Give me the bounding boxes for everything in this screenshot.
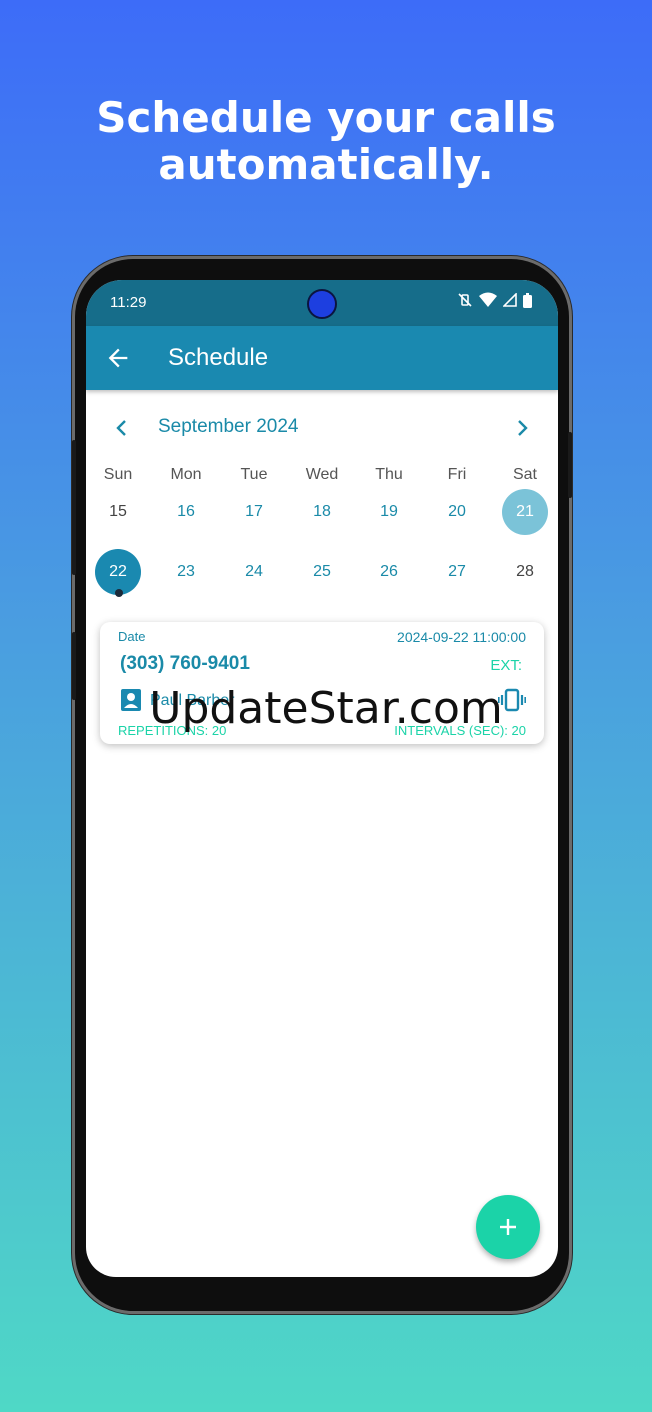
weekday-label: Sat — [512, 466, 537, 483]
watermark-text: UpdateStar.com — [149, 683, 503, 734]
phone-number: (303) 760-9401 — [120, 653, 250, 674]
app-title: Schedule — [168, 344, 269, 371]
month-header: September 2024 — [86, 414, 558, 442]
weekday-label: Wed — [305, 466, 339, 483]
promo-headline-line2: automatically. — [158, 140, 494, 189]
next-month-icon[interactable] — [510, 416, 534, 440]
weekday-label: Tue — [240, 466, 268, 483]
weekday-label: Thu — [375, 466, 403, 483]
battery-icon — [523, 292, 532, 308]
month-label: September 2024 — [158, 416, 299, 437]
signal-icon — [503, 293, 517, 307]
calendar-day[interactable]: 17 — [231, 489, 277, 535]
calendar-day[interactable]: 28 — [502, 549, 548, 595]
calendar-day[interactable]: 25 — [299, 549, 345, 595]
calendar-day[interactable]: 26 — [366, 549, 412, 595]
status-icons — [457, 292, 532, 308]
calendar-day[interactable]: 27 — [434, 549, 480, 595]
calendar-day[interactable]: 15 — [95, 489, 141, 535]
weekday-label: Sun — [103, 466, 133, 483]
phone-side-button — [568, 432, 572, 498]
phone-screen: 11:29 Schedule September 2024 Sun Mon Tu… — [86, 280, 558, 1277]
ext-label: EXT: — [490, 657, 522, 674]
add-schedule-button[interactable] — [476, 1195, 540, 1259]
weekday-label: Fri — [447, 466, 467, 483]
vibrate-off-icon — [458, 293, 472, 307]
calendar-day[interactable]: 19 — [366, 489, 412, 535]
call-datetime: 2024-09-22 11:00:00 — [397, 629, 526, 645]
calendar-day[interactable]: 23 — [163, 549, 209, 595]
promo-headline-line1: Schedule your calls — [96, 93, 556, 142]
calendar-day[interactable]: 20 — [434, 489, 480, 535]
calendar-day[interactable]: 24 — [231, 549, 277, 595]
promo-headline: Schedule your calls automatically. — [0, 94, 652, 188]
weekday-label: Mon — [170, 466, 202, 483]
status-bar: 11:29 — [86, 280, 558, 326]
calendar-day[interactable]: 16 — [163, 489, 209, 535]
app-bar: Schedule — [86, 326, 558, 390]
previous-month-icon[interactable] — [110, 416, 134, 440]
back-arrow-icon[interactable] — [104, 344, 132, 372]
plus-icon — [500, 1219, 516, 1235]
date-label: Date — [118, 629, 146, 644]
event-marker-dot — [115, 589, 123, 597]
phone-side-button — [72, 440, 76, 575]
wifi-icon — [479, 292, 497, 307]
front-camera — [307, 289, 337, 319]
status-time: 11:29 — [110, 294, 147, 311]
calendar-day-today[interactable]: 21 — [502, 489, 548, 535]
calendar-day[interactable]: 18 — [299, 489, 345, 535]
